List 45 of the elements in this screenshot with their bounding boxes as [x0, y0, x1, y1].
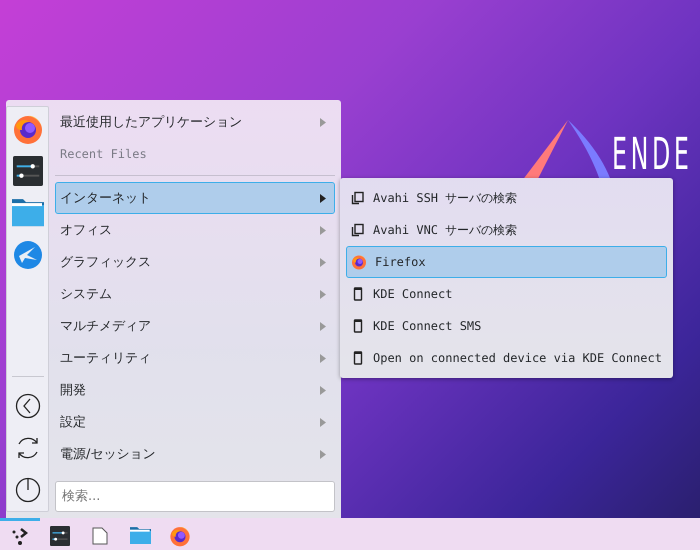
- submenu-item[interactable]: Avahi SSH サーバの検索: [346, 182, 667, 214]
- browser-logo-icon: [169, 524, 191, 546]
- browser-logo-icon: [351, 254, 367, 270]
- settings-icon[interactable]: [50, 526, 70, 546]
- wallpaper-logo-text: ENDE: [612, 138, 692, 172]
- menu-item[interactable]: グラフィックス: [55, 246, 335, 278]
- folder-icon[interactable]: [12, 199, 44, 227]
- menu-item[interactable]: 開発: [55, 374, 335, 406]
- submenu-arrow-icon: [320, 194, 326, 202]
- phone-icon: [351, 351, 365, 365]
- launcher-icon[interactable]: [10, 526, 30, 546]
- menu-item[interactable]: ユーティリティ: [55, 342, 335, 374]
- network-computer-icon: [351, 223, 365, 237]
- submenu-arrow-icon: [320, 386, 326, 394]
- document-icon[interactable]: [92, 526, 108, 544]
- menu-item[interactable]: マルチメディア: [55, 310, 335, 342]
- submenu-arrow-icon: [320, 290, 326, 298]
- submenu-arrow-icon: [320, 258, 326, 266]
- submenu-arrow-icon: [320, 354, 326, 362]
- submenu-item[interactable]: KDE Connect: [346, 278, 667, 310]
- submenu-arrow-icon: [320, 418, 326, 426]
- settings-icon[interactable]: [12, 156, 42, 186]
- browser-logo-icon: [12, 113, 44, 145]
- submenu-arrow-icon: [320, 118, 326, 126]
- menu-item[interactable]: 最近使用したアプリケーション: [55, 106, 335, 138]
- menu-item[interactable]: 電源/セッション: [55, 438, 335, 470]
- submenu-item[interactable]: Avahi VNC サーバの検索: [346, 214, 667, 246]
- submenu-item[interactable]: Firefox: [346, 246, 667, 278]
- menu-item[interactable]: 設定: [55, 406, 335, 438]
- search-field[interactable]: 検索...: [55, 481, 335, 512]
- submenu-item[interactable]: Open on connected device via KDE Connect: [346, 342, 667, 374]
- submenu-item[interactable]: KDE Connect SMS: [346, 310, 667, 342]
- phone-icon: [351, 319, 365, 333]
- submenu-arrow-icon: [320, 226, 326, 234]
- back-icon[interactable]: [14, 393, 40, 419]
- network-computer-icon: [351, 191, 365, 205]
- menu-item[interactable]: インターネット: [55, 182, 335, 214]
- menu-item[interactable]: オフィス: [55, 214, 335, 246]
- bird-logo-icon[interactable]: [12, 240, 42, 270]
- phone-icon: [351, 287, 365, 301]
- power-icon[interactable]: [14, 477, 40, 503]
- menu-item[interactable]: システム: [55, 278, 335, 310]
- submenu-arrow-icon: [320, 450, 326, 458]
- submenu-arrow-icon: [320, 322, 326, 330]
- folder-icon[interactable]: [130, 526, 150, 544]
